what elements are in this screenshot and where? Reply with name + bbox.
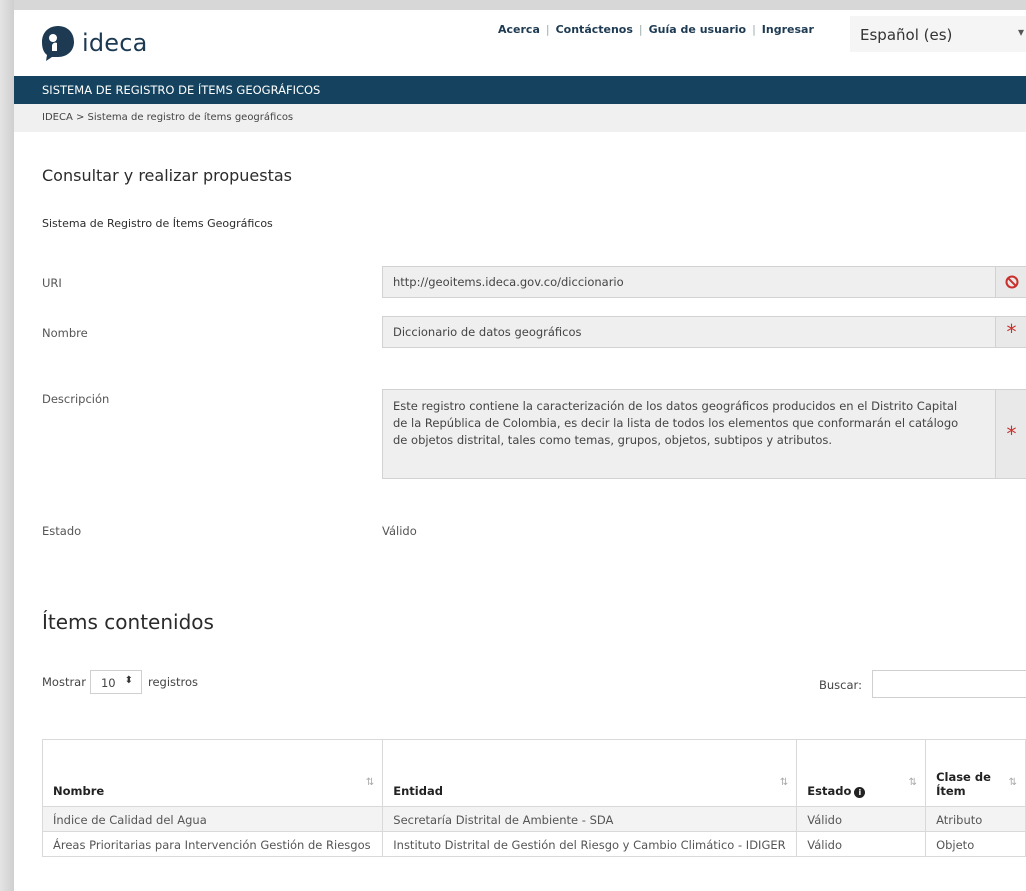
sort-icon: ⇅	[908, 777, 918, 788]
table-row[interactable]: Índice de Calidad del Agua Secretaría Di…	[41, 806, 1026, 832]
items-table: Nombre ⇅ Entidad ⇅ Estado i ⇅ Clase de Ít…	[41, 739, 1026, 857]
link-separator: |	[638, 23, 643, 36]
cell-clase: Atributo	[925, 806, 1026, 832]
items-heading: Ítems contenidos	[42, 610, 214, 634]
descripcion-field[interactable]: Este registro contiene la caracterizació…	[382, 389, 996, 479]
site-banner: SISTEMA DE REGISTRO DE ÍTEMS GEOGRÁFICOS	[14, 76, 1026, 104]
sort-icon: ⇅	[779, 777, 789, 788]
column-header-label: Clase de Ítem	[936, 770, 991, 798]
ideca-logo[interactable]: ideca	[40, 24, 148, 62]
language-select-value: Español (es)	[860, 26, 953, 44]
column-header-label: Estado	[807, 784, 852, 798]
page-length-select[interactable]: 10 ⬍	[89, 670, 142, 694]
descripcion-label: Descripción	[42, 392, 110, 406]
nombre-label: Nombre	[42, 326, 88, 340]
show-label: Mostrar	[42, 675, 86, 689]
cell-estado: Válido	[796, 831, 927, 857]
estado-label: Estado	[42, 524, 82, 538]
ideca-logo-icon	[42, 26, 74, 61]
breadcrumb: IDECA > Sistema de registro de ítems geo…	[14, 104, 1026, 132]
records-label: registros	[147, 675, 199, 689]
nombre-field[interactable]: Diccionario de datos geográficos	[382, 316, 996, 348]
link-separator: |	[752, 23, 756, 36]
link-contactenos[interactable]: Contáctenos	[556, 23, 633, 36]
cell-estado: Válido	[796, 806, 927, 832]
page-length-control: Mostrar 10 ⬍ registros	[42, 670, 198, 694]
required-asterisk-icon: *	[996, 389, 1026, 479]
link-separator: |	[545, 23, 550, 36]
column-header-estado[interactable]: Estado i ⇅	[796, 739, 927, 807]
language-select[interactable]: Español (es) ▾	[850, 16, 1026, 52]
cell-clase: Objeto	[925, 831, 1026, 857]
column-header-entidad[interactable]: Entidad ⇅	[382, 739, 798, 807]
column-header-label: Entidad	[393, 784, 443, 798]
uri-field[interactable]: http://geoitems.ideca.gov.co/diccionario	[382, 266, 996, 298]
sort-icon: ⇅	[365, 777, 375, 788]
search-label: Buscar:	[819, 678, 862, 692]
info-icon[interactable]: i	[854, 787, 866, 798]
cell-entidad: Instituto Distrital de Gestión del Riesg…	[382, 831, 798, 857]
updown-icon: ⬍	[124, 675, 133, 686]
table-row[interactable]: Áreas Prioritarias para Intervención Ges…	[41, 831, 1026, 857]
link-acerca[interactable]: Acerca	[498, 23, 540, 36]
page-title: Consultar y realizar propuestas	[42, 166, 293, 185]
column-header-label: Nombre	[53, 784, 105, 798]
banner-title: SISTEMA DE REGISTRO DE ÍTEMS GEOGRÁFICOS	[42, 83, 321, 97]
chevron-down-icon: ▾	[1017, 25, 1024, 39]
ban-icon	[1005, 275, 1018, 289]
link-ingresar[interactable]: Ingresar	[762, 23, 814, 36]
logo-text: ideca	[82, 29, 148, 57]
link-guia-usuario[interactable]: Guía de usuario	[649, 23, 746, 36]
cell-nombre: Índice de Calidad del Agua	[41, 806, 384, 832]
sort-icon: ⇅	[1008, 777, 1017, 788]
register-subtitle: Sistema de Registro de Ítems Geográficos	[42, 217, 273, 230]
breadcrumb-text[interactable]: IDECA > Sistema de registro de ítems geo…	[42, 112, 293, 123]
column-header-clase-item[interactable]: Clase de Ítem ⇅	[925, 739, 1026, 807]
uri-label: URI	[42, 276, 62, 290]
search-input[interactable]	[872, 670, 1026, 698]
cell-entidad: Secretaría Distrital de Ambiente - SDA	[382, 806, 798, 832]
table-header-row: Nombre ⇅ Entidad ⇅ Estado i ⇅ Clase de Ít…	[41, 739, 1026, 807]
top-header: ideca Acerca | Contáctenos | Guía de usuario…	[14, 10, 1026, 76]
browser-page: ideca Acerca | Contáctenos | Guía de usuario…	[14, 10, 1026, 891]
estado-value: Válido	[382, 524, 417, 538]
column-header-nombre[interactable]: Nombre ⇅	[41, 739, 384, 807]
top-links: Acerca | Contáctenos | Guía de usuario | Ingre…	[498, 23, 814, 36]
cell-nombre: Áreas Prioritarias para Intervención Ges…	[41, 831, 384, 857]
required-asterisk-icon: *	[996, 316, 1026, 348]
page-length-value: 10	[100, 676, 116, 690]
no-edit-icon	[996, 266, 1026, 298]
